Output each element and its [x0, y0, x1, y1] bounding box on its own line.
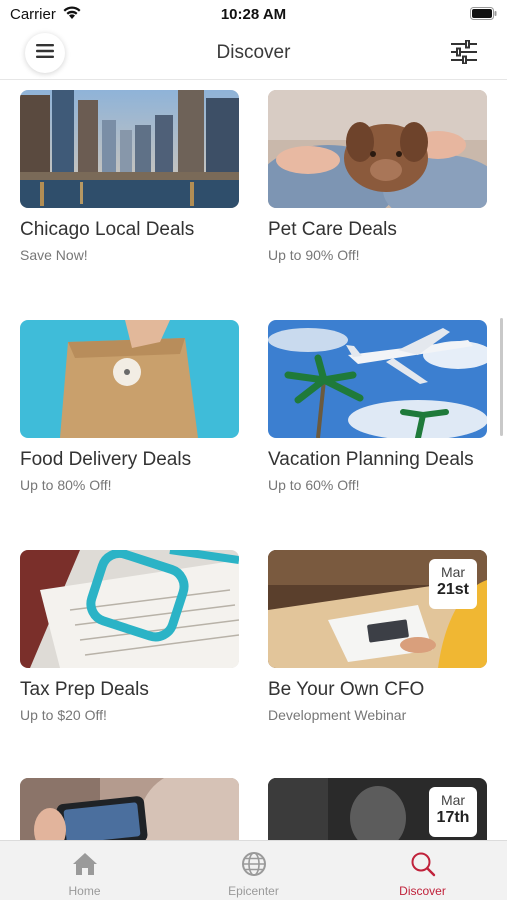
card-subtitle: Up to 90% Off! — [268, 247, 360, 263]
event-date-badge: Mar 21st — [429, 559, 477, 609]
card-subtitle: Up to 80% Off! — [20, 477, 112, 493]
tab-label: Epicenter — [228, 884, 279, 898]
page-title: Discover — [216, 42, 291, 63]
card-subtitle: Development Webinar — [268, 707, 407, 723]
desk-calculator-photo: Mar 21st — [268, 550, 487, 668]
search-icon — [338, 851, 507, 877]
tab-discover[interactable]: Discover — [338, 841, 507, 900]
filter-button[interactable] — [449, 39, 479, 69]
card-subtitle: Up to $20 Off! — [20, 707, 107, 723]
card-subtitle: Up to 60% Off! — [268, 477, 360, 493]
clock: 10:28 AM — [220, 6, 287, 23]
paper-bag-photo — [20, 320, 239, 438]
event-card[interactable]: Mar 21st Be Your Own CFO Development Web… — [268, 550, 487, 723]
tax-form-glasses-photo — [20, 550, 239, 668]
event-date-badge: Mar 17th — [429, 787, 477, 837]
deal-card[interactable] — [20, 778, 239, 840]
sliders-icon — [450, 39, 478, 69]
scroll-indicator[interactable] — [500, 318, 503, 436]
deal-card[interactable]: Vacation Planning Deals Up to 60% Off! — [268, 320, 487, 493]
card-title: Chicago Local Deals — [20, 219, 195, 240]
chicago-city-photo — [20, 90, 239, 208]
card-title: Pet Care Deals — [268, 219, 397, 240]
event-day: 17th — [436, 809, 470, 826]
event-day: 21st — [436, 581, 470, 598]
tab-bar: Home Epicenter Discover — [0, 840, 507, 900]
event-card[interactable]: Mar 17th — [268, 778, 487, 840]
card-title: Be Your Own CFO — [268, 679, 425, 700]
deal-card[interactable]: Tax Prep Deals Up to $20 Off! — [20, 550, 239, 723]
discover-grid: Chicago Local Deals Save Now! Pet Care D… — [0, 80, 507, 840]
tab-home[interactable]: Home — [0, 841, 169, 900]
airplane-palm-photo — [268, 320, 487, 438]
puppy-photo — [268, 90, 487, 208]
tab-epicenter[interactable]: Epicenter — [169, 841, 338, 900]
deal-card[interactable]: Pet Care Deals Up to 90% Off! — [268, 90, 487, 263]
person-dark-photo: Mar 17th — [268, 778, 487, 840]
globe-icon — [169, 851, 338, 877]
phone-photo — [20, 778, 239, 840]
nav-header: Discover — [0, 28, 507, 80]
card-title: Vacation Planning Deals — [268, 449, 474, 470]
house-icon — [0, 851, 169, 877]
event-month: Mar — [440, 792, 466, 808]
deal-card[interactable]: Chicago Local Deals Save Now! — [20, 90, 239, 263]
deal-card[interactable]: Food Delivery Deals Up to 80% Off! — [20, 320, 239, 493]
card-title: Food Delivery Deals — [20, 449, 192, 470]
card-title: Tax Prep Deals — [20, 679, 149, 700]
battery-icon — [470, 7, 497, 25]
tab-label: Discover — [399, 884, 446, 898]
event-month: Mar — [440, 564, 466, 580]
card-subtitle: Save Now! — [20, 247, 88, 263]
status-bar: Carrier 10:28 AM — [0, 0, 507, 28]
tab-label: Home — [68, 884, 101, 898]
